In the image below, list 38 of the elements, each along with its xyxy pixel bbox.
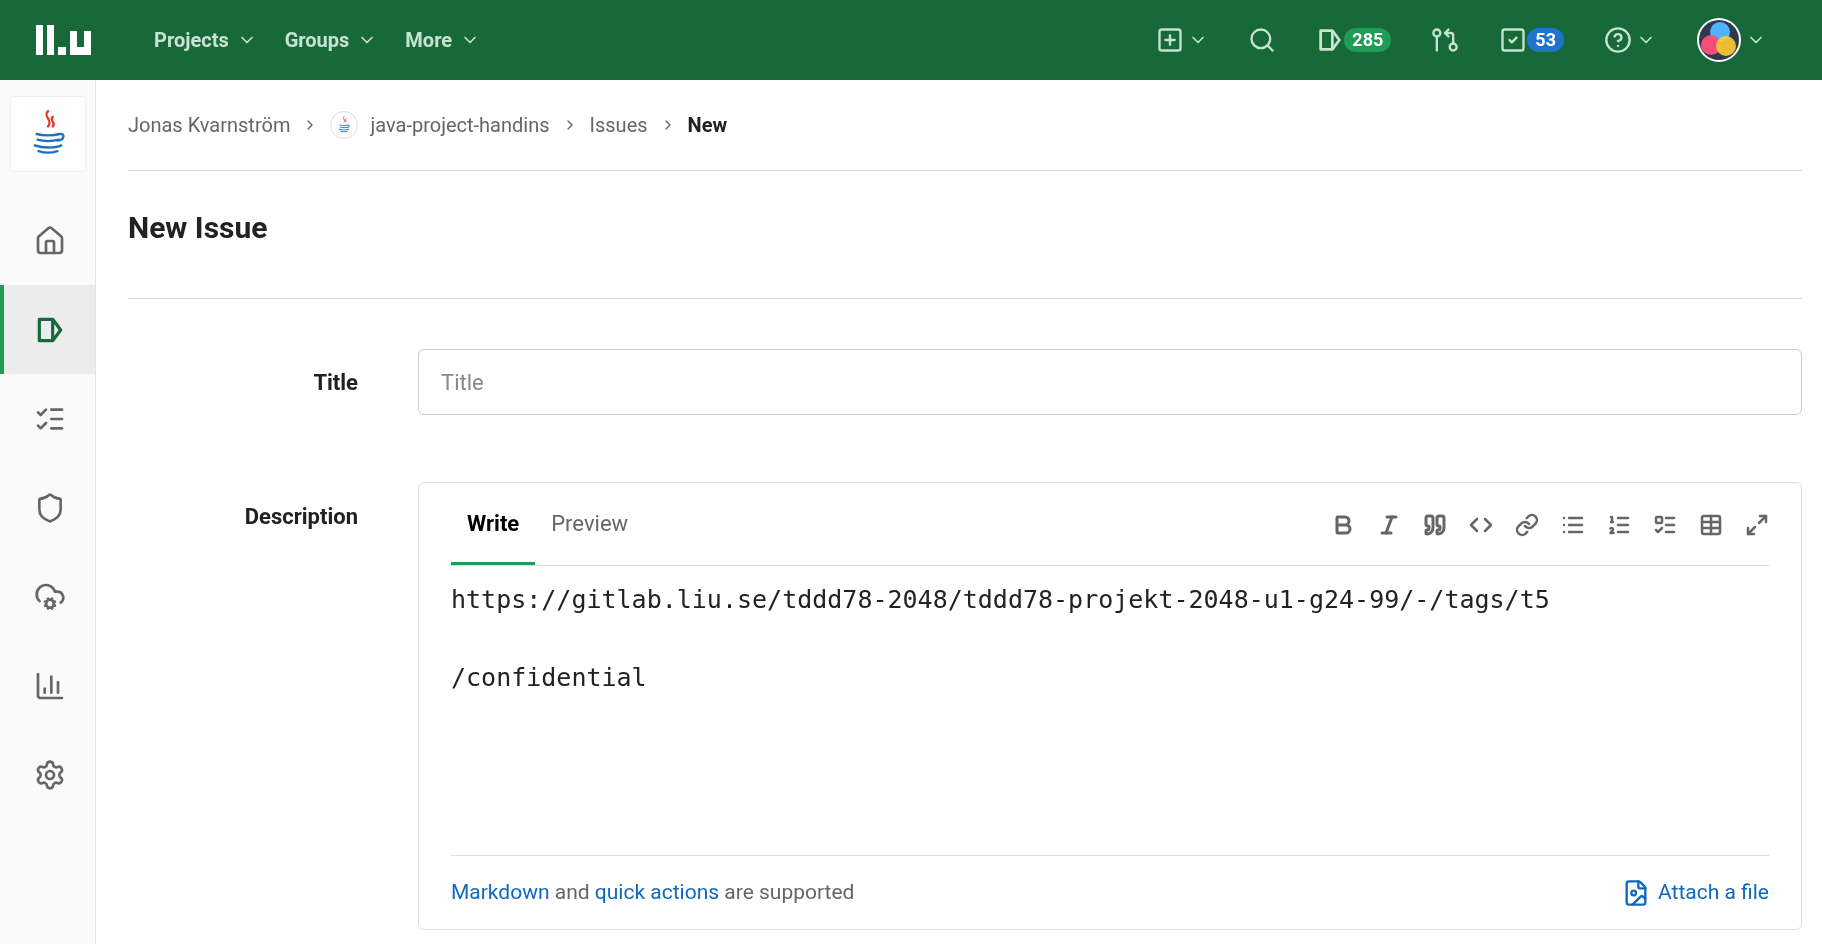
table-icon[interactable] [1699, 513, 1723, 537]
nav-menu[interactable]: More [405, 25, 481, 55]
attach-file-button[interactable]: Attach a file [1622, 876, 1769, 909]
editor-tab[interactable]: Write [451, 507, 536, 565]
project-avatar[interactable] [9, 96, 86, 172]
help-icon [1604, 26, 1632, 54]
count-badge: 285 [1344, 28, 1392, 52]
count-badge: 53 [1527, 28, 1564, 52]
avatar-icon [1696, 17, 1742, 63]
markdown-hint: Markdown and quick actions are supported [451, 878, 855, 906]
field-label: Title [312, 368, 358, 397]
breadcrumb-link[interactable]: Jonas Kvarnström [128, 110, 291, 140]
link-icon[interactable] [1515, 513, 1539, 537]
page-title: New Issue [128, 209, 268, 247]
search-icon [1248, 26, 1277, 54]
breadcrumb-link[interactable]: New [687, 110, 728, 140]
breadcrumb-link[interactable]: Issues [589, 110, 648, 140]
title-input-field[interactable]: Title [418, 349, 1802, 415]
nav-menu[interactable]: Projects [154, 25, 257, 55]
breadcrumb-link[interactable]: java-project-handins [370, 110, 550, 140]
coffee-cup-icon [337, 115, 352, 135]
sidebar-item[interactable] [0, 285, 95, 374]
description-editor[interactable]: Write Preview https://gitlab.liu.se/tddd78-2048/tddd78-projekt-2048-u1-g24-99/-/tags/t5 /confidential Markdown and quick actions are supported Attach a file [418, 482, 1802, 930]
checkbox-icon [1499, 26, 1528, 54]
logo-icon[interactable] [36, 25, 92, 55]
description-input-field[interactable]: https://gitlab.liu.se/tddd78-2048/tddd78-projekt-2048-u1-g24-99/-/tags/t5 /confidential [451, 566, 1769, 855]
fullscreen-icon[interactable] [1745, 513, 1769, 537]
help-link[interactable]: Markdown [451, 879, 550, 904]
nav-menu[interactable]: Groups [284, 25, 378, 55]
quote-icon[interactable] [1423, 513, 1447, 537]
help-link[interactable]: quick actions [594, 879, 720, 904]
todos-menu-button[interactable]: 53 [1491, 16, 1572, 64]
numbered-list-icon[interactable] [1607, 513, 1631, 537]
field-label: Description [243, 503, 358, 531]
merge-request-icon [1431, 26, 1460, 54]
editor-tab[interactable]: Preview [535, 507, 645, 565]
issues-menu-button[interactable]: 285 [1308, 16, 1400, 64]
plus-square-icon [1156, 26, 1185, 54]
